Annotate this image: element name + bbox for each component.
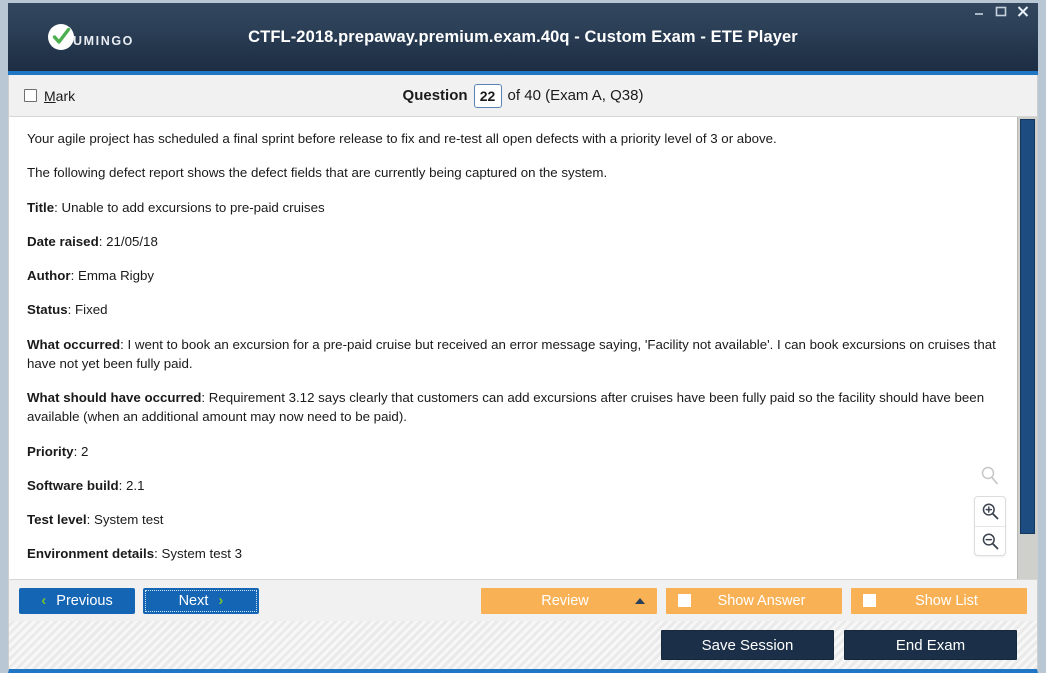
field-label: What occurred xyxy=(27,336,121,352)
field-value: : System test xyxy=(86,512,164,528)
scrollbar-thumb[interactable] xyxy=(1020,119,1035,534)
defect-field-test-level: Test level: System test xyxy=(27,510,999,529)
field-value: : I went to book an excursion for a pre-… xyxy=(27,336,996,371)
defect-field-status: Status: Fixed xyxy=(27,300,999,319)
previous-button-label: Previous xyxy=(56,592,113,609)
zoom-in-icon[interactable] xyxy=(975,497,1005,526)
field-label: Author xyxy=(27,268,71,284)
window-controls xyxy=(972,5,1030,18)
defect-field-author: Author: Emma Rigby xyxy=(27,266,999,285)
status-bar: Save Session End Exam xyxy=(8,621,1038,673)
paragraph-text: The following defect report shows the de… xyxy=(27,165,608,181)
nav-left-group: ‹ Previous Next › xyxy=(19,587,259,614)
navigation-toolbar: ‹ Previous Next › Review Show Answer Sho… xyxy=(8,579,1038,621)
chevron-left-icon: ‹ xyxy=(41,592,47,609)
question-header-bar: Mark Question 22 of 40 (Exam A, Q38) xyxy=(8,75,1038,117)
mark-label-rest: ark xyxy=(55,87,76,104)
zoom-toolbar xyxy=(973,465,1007,556)
chevron-right-icon: › xyxy=(218,592,224,609)
defect-field-date-raised: Date raised: 21/05/18 xyxy=(27,232,999,251)
field-label: Software build xyxy=(27,477,119,493)
zoom-out-icon[interactable] xyxy=(975,526,1005,555)
mark-checkbox-group[interactable]: Mark xyxy=(24,88,75,104)
field-label: What should have occurred xyxy=(27,390,202,406)
show-answer-button-label: Show Answer xyxy=(717,592,806,609)
minimize-icon[interactable] xyxy=(972,5,985,18)
field-value: : Fixed xyxy=(67,302,108,318)
question-word: Question xyxy=(402,87,468,104)
next-button[interactable]: Next › xyxy=(143,587,259,614)
field-value: : Emma Rigby xyxy=(70,268,155,284)
field-label: Environment details xyxy=(27,546,155,562)
paragraph: The following defect report shows the de… xyxy=(27,163,999,182)
defect-field-environment-details: Environment details: System test 3 xyxy=(27,544,999,563)
defect-field-priority: Priority: 2 xyxy=(27,442,999,461)
zoom-button-group xyxy=(974,496,1006,556)
defect-field-what-should-have-occurred: What should have occurred: Requirement 3… xyxy=(27,388,999,427)
caret-up-icon xyxy=(635,597,645,604)
vumingo-logo: UMINGO xyxy=(48,24,134,50)
mark-accel-letter: M xyxy=(44,87,56,104)
title-bar: UMINGO CTFL-2018.prepaway.premium.exam.4… xyxy=(8,3,1038,75)
save-session-button[interactable]: Save Session xyxy=(661,630,834,660)
close-icon[interactable] xyxy=(1016,5,1030,18)
maximize-icon[interactable] xyxy=(994,5,1007,18)
field-label: Test level xyxy=(27,512,87,528)
field-label: Priority xyxy=(27,443,74,459)
end-exam-button[interactable]: End Exam xyxy=(844,630,1017,660)
show-list-button-label: Show List xyxy=(915,592,978,609)
nav-right-group: Review Show Answer Show List xyxy=(481,587,1027,614)
paragraph-text: Your agile project has scheduled a final… xyxy=(27,131,777,146)
logo-wordmark: UMINGO xyxy=(73,33,134,48)
mark-label: Mark xyxy=(44,88,75,104)
field-value: : 21/05/18 xyxy=(98,233,158,249)
field-value: : System test 3 xyxy=(154,546,243,562)
show-answer-button[interactable]: Show Answer xyxy=(666,587,842,614)
search-icon[interactable] xyxy=(979,465,1001,492)
paragraph: Your agile project has scheduled a final… xyxy=(27,129,999,148)
mark-checkbox[interactable] xyxy=(24,89,37,102)
next-button-label: Next xyxy=(178,592,209,609)
field-value: : 2.1 xyxy=(118,477,145,493)
question-total-label: of 40 (Exam A, Q38) xyxy=(507,87,644,104)
checkbox-square-icon xyxy=(863,594,876,607)
field-label: Title xyxy=(27,199,55,215)
defect-field-software-build: Software build: 2.1 xyxy=(27,476,999,495)
defect-field-title: Title: Unable to add excursions to pre-p… xyxy=(27,198,999,217)
previous-button[interactable]: ‹ Previous xyxy=(19,587,135,614)
question-counter: Question 22 of 40 (Exam A, Q38) xyxy=(9,83,1037,108)
review-button-label: Review xyxy=(541,592,589,609)
review-button[interactable]: Review xyxy=(481,587,657,614)
window-title: CTFL-2018.prepaway.premium.exam.40q - Cu… xyxy=(248,27,798,46)
question-number-input[interactable]: 22 xyxy=(473,83,502,108)
question-body: Your agile project has scheduled a final… xyxy=(9,117,1017,579)
question-content-area: Your agile project has scheduled a final… xyxy=(8,117,1038,579)
save-session-label: Save Session xyxy=(701,636,794,654)
ete-player-window: UMINGO CTFL-2018.prepaway.premium.exam.4… xyxy=(0,0,1046,673)
logo-check-icon xyxy=(48,24,74,50)
show-list-button[interactable]: Show List xyxy=(851,587,1027,614)
field-value: : 2 xyxy=(73,443,89,459)
defect-field-what-occurred: What occurred: I went to book an excursi… xyxy=(27,335,999,374)
field-label: Status xyxy=(27,302,68,318)
end-exam-label: End Exam xyxy=(895,636,966,654)
content-scrollbar[interactable] xyxy=(1017,117,1037,579)
checkbox-square-icon xyxy=(678,594,691,607)
field-label: Date raised xyxy=(27,233,99,249)
field-value: : Unable to add excursions to pre-paid c… xyxy=(54,199,325,215)
